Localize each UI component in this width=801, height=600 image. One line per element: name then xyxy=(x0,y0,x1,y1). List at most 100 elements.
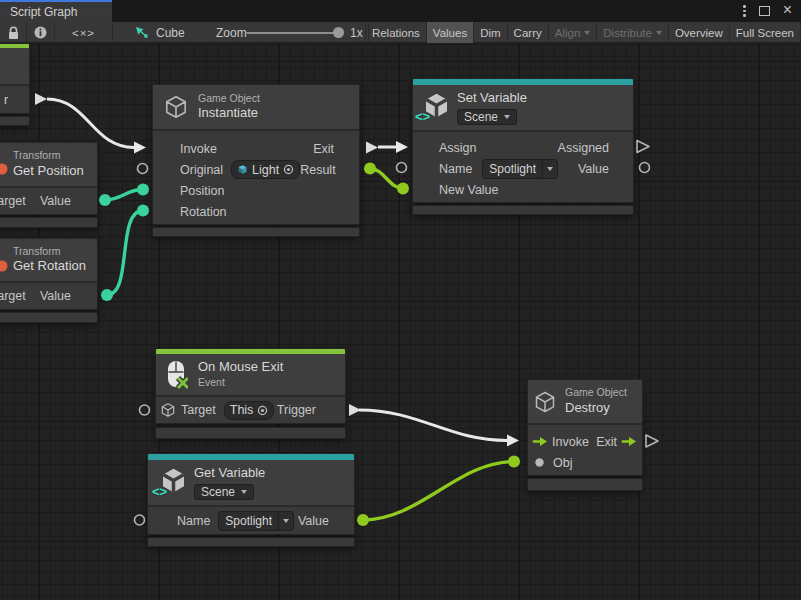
node-category: Game Object xyxy=(565,386,627,400)
port-label-invoke: Invoke xyxy=(552,435,589,449)
port-label-name: Name xyxy=(439,162,472,176)
graph-target-button[interactable]: Cube xyxy=(134,22,185,43)
light-object-icon xyxy=(237,164,248,175)
dropdown-arrow-icon xyxy=(241,490,247,494)
port-label-result: Result xyxy=(300,163,335,177)
wire-endpoint[interactable] xyxy=(357,514,369,526)
zoom-value: 1x xyxy=(350,22,363,43)
game-object-icon xyxy=(533,390,557,414)
menu-icon[interactable] xyxy=(743,5,746,17)
object-field-value: This xyxy=(230,403,254,417)
node-instantiate[interactable]: Game Object Instantiate Invoke Exit Orig… xyxy=(152,84,360,237)
port-value-input[interactable] xyxy=(140,405,150,415)
port-label-exit: Exit xyxy=(596,435,617,449)
wire-endpoint[interactable] xyxy=(101,289,113,301)
target-object-field[interactable]: This xyxy=(224,401,275,420)
close-icon[interactable]: × xyxy=(783,2,792,18)
port-value-input[interactable] xyxy=(397,163,407,173)
dim-button[interactable]: Dim xyxy=(473,22,506,43)
object-picker-icon[interactable] xyxy=(257,405,268,416)
wire-value xyxy=(363,462,514,521)
node-on-mouse-exit[interactable]: On Mouse Exit Event Target This Trigger xyxy=(155,348,346,439)
wire-endpoint[interactable] xyxy=(397,183,409,195)
node-category: Transform xyxy=(13,245,86,259)
wires-overlay xyxy=(0,43,801,600)
game-object-icon xyxy=(163,94,189,120)
port-flow-output[interactable] xyxy=(637,141,649,153)
distribute-button[interactable]: Distribute xyxy=(596,22,668,43)
variable-scope-dropdown[interactable]: Scene xyxy=(194,484,254,500)
variable-scope-dropdown[interactable]: Scene xyxy=(457,109,517,125)
wire-endpoint[interactable] xyxy=(99,194,111,206)
flow-in-arrow-icon xyxy=(532,436,548,447)
wire-endpoint[interactable] xyxy=(137,184,149,196)
port-label-exit: Exit xyxy=(313,142,334,156)
port-label-assigned: Assigned xyxy=(558,141,609,155)
node-title: Set Variable xyxy=(457,90,527,107)
port-flow-output[interactable] xyxy=(35,93,47,105)
port-label: r xyxy=(4,93,8,107)
tab-bar: Script Graph × xyxy=(0,0,801,22)
variable-name-value: Spotlight xyxy=(219,512,278,530)
game-object-icon xyxy=(160,402,176,418)
zoom-slider-track[interactable] xyxy=(246,32,344,34)
original-object-field[interactable]: Light xyxy=(231,160,300,179)
port-flow-output[interactable] xyxy=(646,435,658,447)
full-screen-button[interactable]: Full Screen xyxy=(729,22,801,43)
variable-name-dropdown[interactable]: Spotlight xyxy=(482,159,558,179)
port-label-invoke: Invoke xyxy=(180,142,217,156)
info-button[interactable] xyxy=(27,22,55,43)
port-label-target: Target xyxy=(0,194,26,208)
node-set-variable[interactable]: <> Set Variable Scene Assign Assigned Na… xyxy=(412,78,634,215)
port-label-new-value: New Value xyxy=(439,183,499,197)
overview-button[interactable]: Overview xyxy=(668,22,729,43)
wire-flow xyxy=(359,410,507,441)
node-title: Get Position xyxy=(13,163,84,180)
chevron-down-icon xyxy=(656,31,662,35)
variable-name-dropdown[interactable]: Spotlight xyxy=(218,511,294,531)
node-title: Get Rotation xyxy=(13,258,86,275)
node-get-rotation[interactable]: Transform Get Rotation Target Value xyxy=(0,238,98,323)
port-label-original: Original xyxy=(180,163,223,177)
node-subtitle: Event xyxy=(198,376,283,390)
carry-button[interactable]: Carry xyxy=(507,22,548,43)
dropdown-arrow-icon xyxy=(504,115,510,119)
variable-name-value: Spotlight xyxy=(483,160,542,178)
mouse-icon xyxy=(166,360,188,390)
dropdown-arrow-icon xyxy=(547,167,553,171)
node-partial-event[interactable]: r xyxy=(0,43,30,126)
lock-button[interactable] xyxy=(0,22,27,43)
port-flow-output[interactable] xyxy=(349,404,361,416)
wire-value xyxy=(370,169,403,189)
port-value-input[interactable] xyxy=(135,515,145,525)
info-icon xyxy=(34,26,47,39)
tab-script-graph[interactable]: Script Graph xyxy=(0,0,112,22)
port-label-value: Value xyxy=(40,194,71,208)
flow-out-arrow-icon xyxy=(621,436,637,447)
code-view-button[interactable]: <×> xyxy=(55,22,113,43)
dropdown-arrow-icon xyxy=(283,519,289,523)
maximize-icon[interactable] xyxy=(759,6,770,16)
zoom-slider-knob[interactable] xyxy=(333,27,344,38)
port-flow-output[interactable] xyxy=(366,142,378,154)
port-label-obj: Obj xyxy=(553,456,572,470)
wire-value xyxy=(105,190,143,201)
node-destroy[interactable]: Game Object Destroy Invoke Exit Obj xyxy=(527,379,643,491)
port-value-input[interactable] xyxy=(138,164,148,174)
wire-endpoint[interactable] xyxy=(137,205,149,217)
node-get-variable[interactable]: <> Get Variable Scene Name Spotlight Val… xyxy=(147,453,355,547)
node-get-position[interactable]: Transform Get Position Target Value xyxy=(0,142,98,228)
graph-canvas[interactable]: r Transform Get Position Target Value Tr… xyxy=(0,43,801,600)
relations-button[interactable]: Relations xyxy=(365,22,426,43)
code-icon: <×> xyxy=(72,27,95,39)
port-label-name: Name xyxy=(177,514,210,528)
scope-value: Scene xyxy=(201,485,235,499)
node-category: Transform xyxy=(13,149,84,163)
align-button[interactable]: Align xyxy=(548,22,597,43)
wire-endpoint[interactable] xyxy=(364,163,376,175)
port-label-value: Value xyxy=(298,514,329,528)
values-button[interactable]: Values xyxy=(426,22,473,43)
port-value-output[interactable] xyxy=(640,163,650,173)
object-picker-icon[interactable] xyxy=(283,164,294,175)
wire-endpoint[interactable] xyxy=(508,456,520,468)
